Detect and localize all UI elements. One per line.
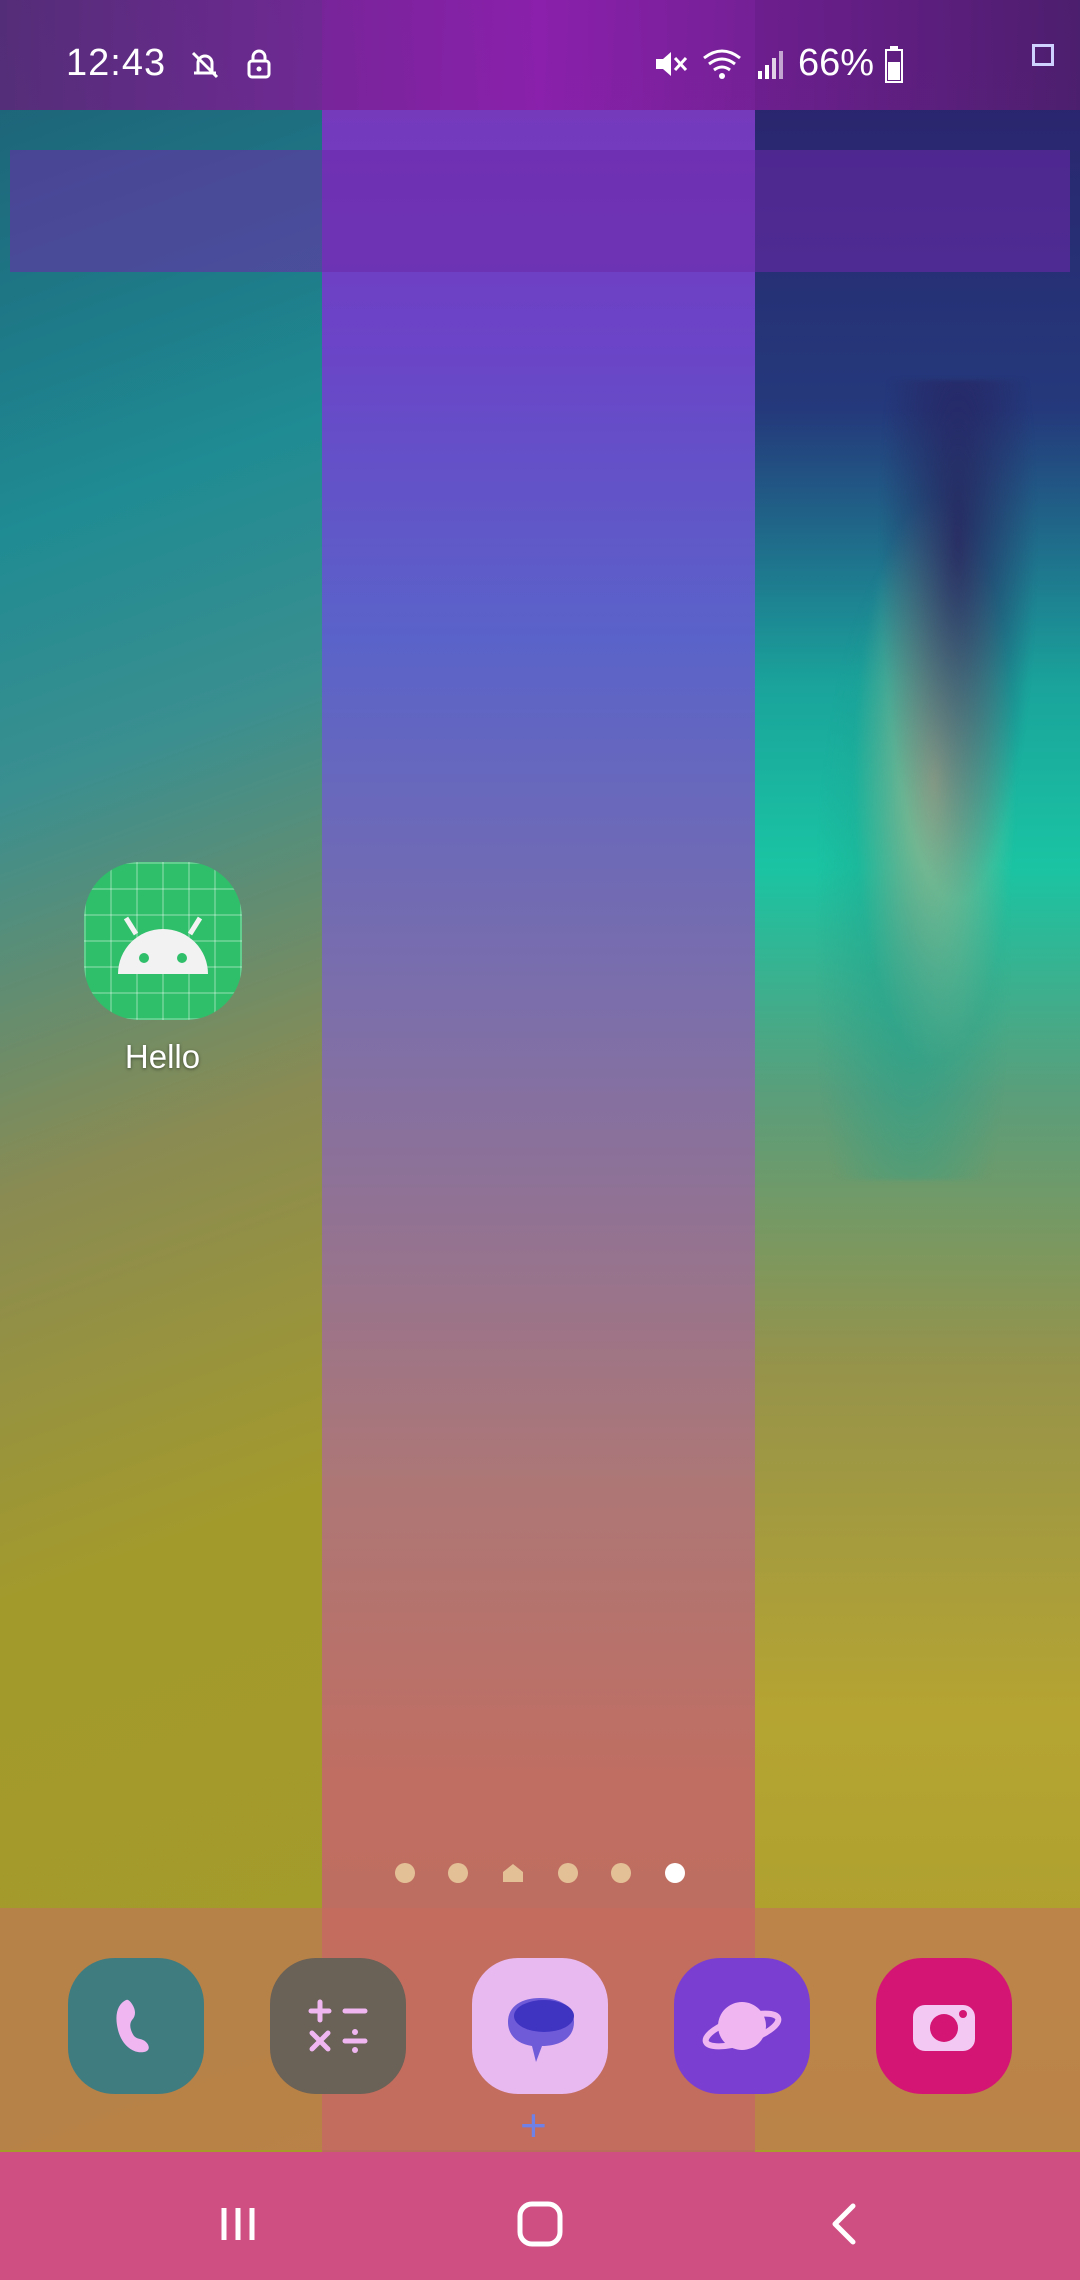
- app-hello[interactable]: Hello: [40, 835, 285, 1160]
- camera-icon[interactable]: [876, 1958, 1012, 2094]
- wifi-icon: [700, 46, 744, 82]
- top-widget-area[interactable]: [10, 150, 1070, 272]
- clock: 12:43: [66, 42, 167, 84]
- status-bar: 12:43 66%: [0, 0, 1080, 110]
- android-app-icon: [83, 862, 242, 1020]
- status-left: 12:43: [66, 42, 274, 85]
- app-label: Hello: [124, 1038, 201, 1075]
- back-icon[interactable]: [805, 2184, 885, 2264]
- navigation-bar: [0, 2152, 1080, 2280]
- phone-icon[interactable]: [68, 1958, 204, 2094]
- battery-icon: [884, 44, 904, 84]
- lock-icon: [244, 47, 274, 81]
- signal-icon: [754, 47, 788, 81]
- overlay-square-icon[interactable]: [1032, 44, 1054, 66]
- status-right: 66%: [652, 42, 904, 85]
- home-icon[interactable]: [500, 2184, 580, 2264]
- add-icon: +: [520, 2099, 547, 2151]
- page-dot[interactable]: [448, 1863, 469, 1883]
- internet-icon[interactable]: [674, 1958, 810, 2094]
- battery-percent: 66%: [797, 42, 874, 84]
- page-dot[interactable]: [394, 1863, 415, 1883]
- wallpaper-swirl: [820, 380, 1050, 1180]
- home-page-icon[interactable]: [502, 1863, 524, 1883]
- calculator-icon[interactable]: [270, 1958, 406, 2094]
- page-dot[interactable]: [557, 1863, 578, 1883]
- recents-icon[interactable]: [198, 2184, 278, 2264]
- page-dot[interactable]: [611, 1863, 632, 1883]
- page-dot-active[interactable]: [665, 1863, 686, 1883]
- notifications-off-icon: [188, 47, 222, 81]
- mute-icon: [652, 47, 690, 81]
- page-indicator[interactable]: [378, 1852, 702, 1894]
- messages-icon[interactable]: [472, 1958, 608, 2094]
